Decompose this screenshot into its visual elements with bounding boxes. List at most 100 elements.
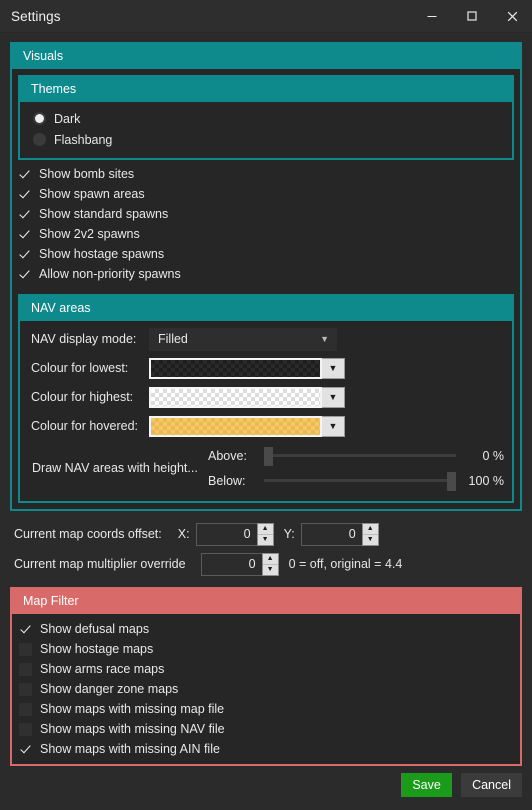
- checkbox-show-standard-spawns[interactable]: Show standard spawns: [18, 204, 520, 224]
- slider-above-row: Above: 0 %: [208, 443, 504, 468]
- radio-theme-dark[interactable]: Dark: [28, 108, 504, 129]
- colour-highest-picker[interactable]: ▼: [149, 386, 345, 408]
- map-multiplier-value[interactable]: 0: [200, 552, 262, 576]
- checkbox-show-spawn-areas[interactable]: Show spawn areas: [18, 184, 520, 204]
- radio-indicator: [33, 133, 46, 146]
- map-offsets-section: Current map coords offset: X: 0 ▲ ▼ Y: 0…: [10, 511, 522, 579]
- checkbox-label: Show 2v2 spawns: [39, 227, 140, 241]
- checkbox-allow-non-priority-spawns[interactable]: Allow non-priority spawns: [18, 264, 520, 284]
- visuals-group: Visuals Themes Dark Flashbang Show bomb …: [10, 42, 522, 511]
- map-filter-group-title: Map Filter: [12, 589, 520, 614]
- checkbox-show-hostage-spawns[interactable]: Show hostage spawns: [18, 244, 520, 264]
- slider-thumb[interactable]: [264, 446, 273, 466]
- stepper-up-icon[interactable]: ▲: [362, 523, 378, 534]
- slider-above[interactable]: [264, 446, 456, 466]
- checkbox-indicator: [18, 268, 31, 281]
- stepper-down-icon[interactable]: ▼: [257, 533, 273, 545]
- checkbox-indicator: [19, 662, 32, 676]
- checkbox-show-2v2-spawns[interactable]: Show 2v2 spawns: [18, 224, 520, 244]
- chevron-down-icon[interactable]: ▼: [322, 357, 345, 379]
- checkbox-label: Show danger zone maps: [40, 682, 179, 696]
- dialog-footer: Save Cancel: [401, 773, 522, 797]
- themes-group-title: Themes: [20, 77, 512, 102]
- checkbox-show-maps-missing-nav-file[interactable]: Show maps with missing NAV file: [19, 719, 520, 739]
- offset-y-stepper[interactable]: 0 ▲ ▼: [300, 522, 379, 546]
- map-filter-checkbox-list: Show defusal maps Show hostage maps Show…: [12, 614, 520, 764]
- slider-below-value: 100 %: [468, 473, 504, 488]
- radio-theme-flashbang[interactable]: Flashbang: [28, 129, 504, 150]
- chevron-down-icon[interactable]: ▼: [322, 386, 345, 408]
- offset-y-value[interactable]: 0: [300, 522, 362, 546]
- visuals-group-spacer: [12, 503, 520, 509]
- minimize-icon: [427, 16, 437, 17]
- checkbox-indicator: [18, 248, 31, 261]
- checkbox-label: Show bomb sites: [39, 167, 135, 181]
- close-button[interactable]: [492, 0, 532, 32]
- colour-lowest-picker[interactable]: ▼: [149, 357, 345, 379]
- checkbox-label: Show maps with missing NAV file: [40, 722, 225, 736]
- chevron-down-icon[interactable]: ▼: [322, 415, 345, 437]
- checkbox-show-hostage-maps[interactable]: Show hostage maps: [19, 639, 520, 659]
- map-multiplier-stepper[interactable]: 0 ▲ ▼: [200, 552, 279, 576]
- map-coords-offset-row: Current map coords offset: X: 0 ▲ ▼ Y: 0…: [14, 519, 520, 549]
- visuals-checkbox-list: Show bomb sites Show spawn areas Show st…: [12, 160, 520, 288]
- offset-x-value[interactable]: 0: [195, 522, 257, 546]
- checkbox-label: Show maps with missing AIN file: [40, 742, 220, 756]
- checkbox-indicator: [18, 228, 31, 241]
- checkbox-show-maps-missing-ain-file[interactable]: Show maps with missing AIN file: [19, 739, 520, 759]
- radio-label: Flashbang: [54, 132, 113, 147]
- checkbox-show-arms-race-maps[interactable]: Show arms race maps: [19, 659, 520, 679]
- colour-hovered-picker[interactable]: ▼: [149, 415, 345, 437]
- minimize-button[interactable]: [412, 0, 452, 32]
- slider-thumb[interactable]: [447, 471, 456, 491]
- checkbox-indicator: [19, 722, 32, 736]
- checkbox-indicator: [18, 208, 31, 221]
- maximize-icon: [467, 11, 477, 21]
- nav-areas-group: NAV areas NAV display mode: Filled ▼ Col…: [18, 294, 514, 503]
- map-multiplier-label: Current map multiplier override: [14, 557, 186, 571]
- title-bar: Settings: [0, 0, 532, 33]
- stepper-up-icon[interactable]: ▲: [262, 553, 278, 564]
- visuals-group-body: Themes Dark Flashbang Show bomb sites Sh…: [12, 75, 520, 509]
- colour-lowest-row: Colour for lowest: ▼: [28, 356, 504, 380]
- nav-display-mode-select[interactable]: Filled ▼: [149, 327, 337, 351]
- nav-display-mode-label: NAV display mode:: [31, 332, 137, 346]
- themes-group: Themes Dark Flashbang: [18, 75, 514, 160]
- checkbox-show-maps-missing-map-file[interactable]: Show maps with missing map file: [19, 699, 520, 719]
- checkbox-show-bomb-sites[interactable]: Show bomb sites: [18, 164, 520, 184]
- checkbox-show-danger-zone-maps[interactable]: Show danger zone maps: [19, 679, 520, 699]
- colour-swatch: [149, 415, 322, 437]
- offset-x-stepper[interactable]: 0 ▲ ▼: [195, 522, 274, 546]
- stepper-down-icon[interactable]: ▼: [362, 533, 378, 545]
- radio-indicator: [33, 112, 46, 125]
- checkbox-label: Show hostage spawns: [39, 247, 165, 261]
- stepper-down-icon[interactable]: ▼: [262, 563, 278, 575]
- checkbox-label: Show hostage maps: [40, 642, 154, 656]
- offset-y-label: Y:: [283, 527, 295, 541]
- checkbox-indicator: [19, 702, 32, 716]
- save-button[interactable]: Save: [401, 773, 453, 797]
- close-icon: [507, 11, 517, 21]
- radio-label: Dark: [54, 111, 81, 126]
- colour-hovered-label: Colour for hovered:: [31, 419, 139, 433]
- nav-display-mode-value: Filled: [158, 332, 188, 346]
- window-title: Settings: [11, 8, 61, 24]
- maximize-button[interactable]: [452, 0, 492, 32]
- slider-below[interactable]: [264, 471, 456, 491]
- slider-below-row: Below: 100 %: [208, 468, 504, 493]
- cancel-button[interactable]: Cancel: [461, 773, 522, 797]
- offset-x-label: X:: [177, 527, 190, 541]
- slider-track: [264, 454, 456, 457]
- checkbox-show-defusal-maps[interactable]: Show defusal maps: [19, 619, 520, 639]
- colour-lowest-label: Colour for lowest:: [31, 361, 129, 375]
- height-filter-block: Draw NAV areas with height... Above: 0 %: [28, 443, 504, 493]
- checkbox-indicator: [19, 743, 32, 756]
- map-coords-offset-label: Current map coords offset:: [14, 527, 162, 541]
- checkbox-label: Show spawn areas: [39, 187, 145, 201]
- colour-hovered-row: Colour for hovered: ▼: [28, 414, 504, 438]
- themes-group-body: Dark Flashbang: [20, 102, 512, 158]
- map-filter-group: Map Filter Show defusal maps Show hostag…: [10, 587, 522, 766]
- offset-x-buttons: ▲ ▼: [256, 522, 274, 546]
- checkbox-indicator: [19, 642, 32, 656]
- stepper-up-icon[interactable]: ▲: [257, 523, 273, 534]
